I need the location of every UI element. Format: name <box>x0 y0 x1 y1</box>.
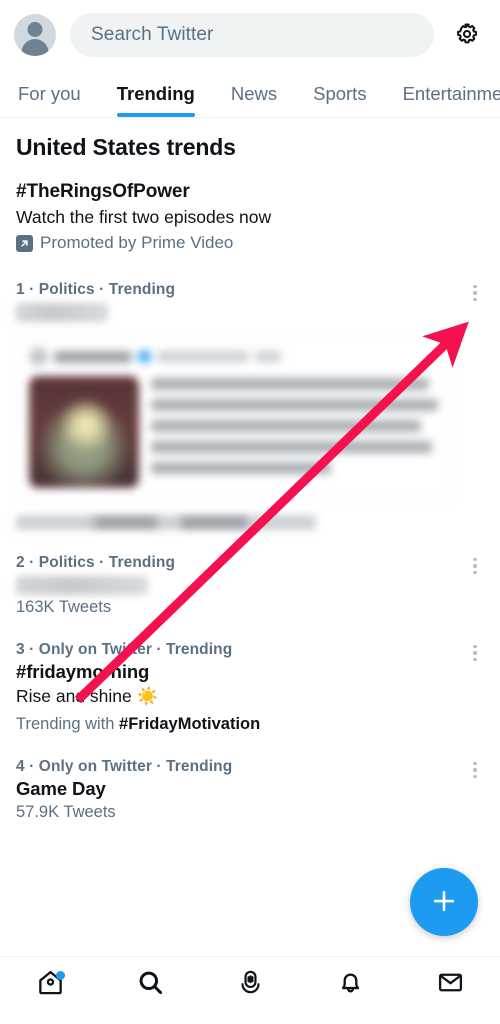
trend-meta: 1 · Politics · Trending <box>16 281 176 298</box>
embedded-tweet-handle-redacted <box>157 351 249 362</box>
dot <box>473 285 477 289</box>
trend-with-row: Trending with #FridayMotivation <box>16 715 454 734</box>
trend-name-redacted <box>16 303 108 322</box>
envelope-icon <box>436 968 465 1002</box>
plus-icon <box>429 886 459 919</box>
tab-label: Entertainment <box>402 82 500 104</box>
avatar-head-shape <box>27 22 43 37</box>
nav-item-spaces[interactable] <box>200 957 300 1024</box>
text-line <box>151 420 421 432</box>
promoted-by-row: Promoted by Prime Video <box>16 233 484 253</box>
bell-icon <box>336 968 365 1002</box>
dot <box>473 570 477 574</box>
trend-4-more-menu[interactable] <box>464 758 486 782</box>
nav-item-notifications[interactable] <box>300 957 400 1024</box>
tab-sports[interactable]: Sports <box>295 70 384 117</box>
trend-meta: 3 · Only on Twitter · Trending <box>16 641 233 658</box>
promoted-trend-item[interactable]: #TheRingsOfPower Watch the first two epi… <box>0 171 500 269</box>
tab-label: Sports <box>313 82 367 104</box>
nav-item-search[interactable] <box>100 957 200 1024</box>
dot <box>473 651 477 655</box>
dot <box>473 291 477 295</box>
text-line <box>151 378 430 390</box>
dot <box>473 645 477 649</box>
nav-item-home[interactable] <box>0 957 100 1024</box>
settings-button[interactable] <box>448 16 486 54</box>
tab-for-you[interactable]: For you <box>14 70 99 117</box>
search-icon <box>136 968 165 1002</box>
dot <box>473 558 477 562</box>
compose-tweet-button[interactable] <box>410 868 478 936</box>
trend-name: #fridaymorning <box>16 661 150 682</box>
embedded-tweet-text-redacted <box>151 376 441 488</box>
embedded-tweet-card[interactable] <box>16 334 454 501</box>
embedded-tweet-author-redacted <box>54 350 132 363</box>
text-line <box>151 462 331 474</box>
trend-item-3[interactable]: 3 · Only on Twitter · Trending #fridaymo… <box>0 629 500 746</box>
trend-2-more-menu[interactable] <box>464 554 486 578</box>
bottom-navigation-bar <box>0 956 500 1024</box>
search-placeholder: Search Twitter <box>91 24 214 45</box>
twitter-explore-screen: Search Twitter For you Trending News Spo… <box>0 0 500 1024</box>
trend-name-redacted <box>16 576 148 595</box>
trend-with-prefix: Trending with <box>16 715 120 733</box>
embedded-tweet-body <box>29 376 441 488</box>
top-bar: Search Twitter <box>0 0 500 70</box>
tab-news[interactable]: News <box>213 70 295 117</box>
trend-3-more-menu[interactable] <box>464 641 486 665</box>
gear-icon <box>454 21 480 50</box>
embedded-tweet-timestamp-redacted <box>255 351 281 362</box>
avatar-body-shape <box>21 39 49 56</box>
promoted-by-label: Promoted by Prime Video <box>40 233 234 252</box>
text-line <box>151 399 439 411</box>
dot <box>473 762 477 766</box>
trend-name: Game Day <box>16 778 106 799</box>
trend-tweet-count: 163K Tweets <box>16 598 112 616</box>
promoted-trend-subtitle: Watch the first two episodes now <box>16 207 272 227</box>
trend-meta: 4 · Only on Twitter · Trending <box>16 758 233 775</box>
tab-label: Trending <box>116 82 195 104</box>
nav-item-messages[interactable] <box>400 957 500 1024</box>
dot <box>473 657 477 661</box>
trend-description: Rise and shine ☀️ <box>16 686 159 706</box>
trend-item-2[interactable]: 2 · Politics · Trending 163K Tweets <box>0 542 500 629</box>
tab-label: For you <box>18 82 81 104</box>
trend-item-4[interactable]: 4 · Only on Twitter · Trending Game Day … <box>0 746 500 834</box>
promoted-arrow-icon <box>16 234 33 252</box>
trend-with-redacted <box>16 515 316 530</box>
spaces-microphone-icon <box>236 968 265 1002</box>
tab-label: News <box>230 82 278 104</box>
dot <box>473 297 477 301</box>
trend-meta: 2 · Politics · Trending <box>16 554 176 571</box>
avatar[interactable] <box>14 14 56 56</box>
verified-badge-icon <box>138 350 151 363</box>
embedded-tweet-thumbnail <box>29 376 139 488</box>
trend-item-1[interactable]: 1 · Politics · Trending <box>0 269 500 542</box>
promoted-trend-title: #TheRingsOfPower <box>16 181 190 202</box>
tab-trending[interactable]: Trending <box>99 70 213 117</box>
explore-tab-bar[interactable]: For you Trending News Sports Entertainme… <box>0 70 500 118</box>
trend-1-more-menu[interactable] <box>464 281 486 305</box>
active-tab-indicator <box>116 113 195 117</box>
embedded-tweet-header <box>29 347 441 366</box>
trend-with-hashtag[interactable]: #FridayMotivation <box>119 715 260 733</box>
dot <box>473 564 477 568</box>
dot <box>473 768 477 772</box>
home-unread-badge <box>56 971 65 980</box>
search-input[interactable]: Search Twitter <box>70 13 434 57</box>
tab-entertainment[interactable]: Entertainment <box>385 70 500 117</box>
page-title: United States trends <box>16 134 236 160</box>
dot <box>473 774 477 778</box>
trend-tweet-count: 57.9K Tweets <box>16 803 116 821</box>
embedded-tweet-avatar <box>29 347 48 366</box>
text-line <box>151 441 433 453</box>
